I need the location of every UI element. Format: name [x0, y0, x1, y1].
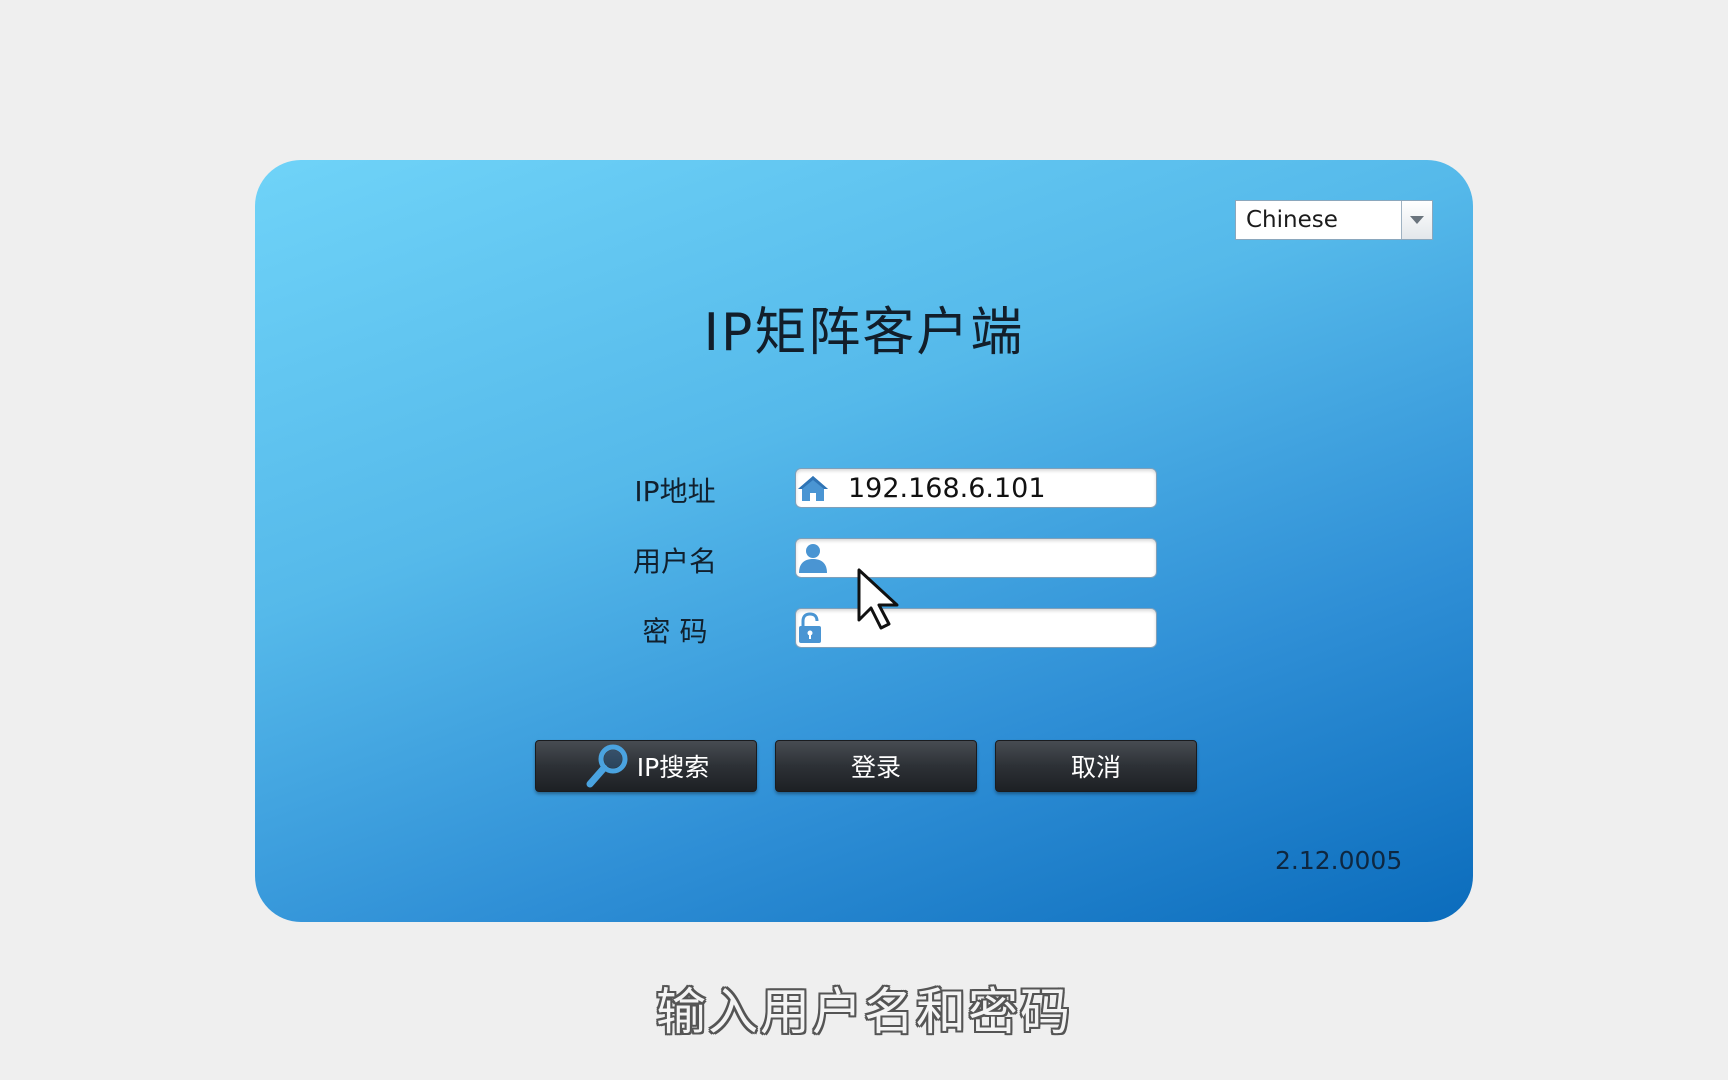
ip-input[interactable] — [830, 469, 1192, 507]
username-label: 用户名 — [632, 545, 717, 578]
mouse-cursor-icon — [857, 568, 899, 630]
login-label: 登录 — [850, 753, 901, 782]
cancel-button[interactable]: 取消 — [995, 740, 1197, 792]
ip-search-button[interactable]: IP搜索 — [535, 740, 757, 792]
language-value: Chinese — [1246, 207, 1338, 233]
chevron-down-icon[interactable] — [1401, 201, 1432, 239]
ip-label: IP地址 — [634, 475, 716, 508]
version-label: 2.12.0005 — [1275, 846, 1403, 875]
magnifier-icon — [583, 742, 631, 790]
video-caption: 输入用户名和密码 — [656, 983, 1072, 1041]
language-select[interactable]: Chinese — [1235, 200, 1433, 240]
username-field[interactable] — [795, 538, 1192, 578]
cancel-label: 取消 — [1070, 753, 1121, 782]
app-title: IP矩阵客户端 — [703, 303, 1025, 363]
ip-search-label: IP搜索 — [636, 753, 710, 782]
password-label: 密 码 — [642, 615, 708, 648]
login-button[interactable]: 登录 — [775, 740, 977, 792]
ip-field[interactable] — [795, 468, 1192, 508]
screen: Chinese IP矩阵客户端 IP地址 用户名 — [0, 0, 1728, 1080]
user-icon — [796, 539, 830, 577]
home-icon — [796, 469, 830, 507]
login-window: Chinese IP矩阵客户端 IP地址 用户名 — [255, 160, 1473, 922]
lock-icon — [796, 609, 824, 647]
password-field[interactable] — [795, 608, 1186, 648]
